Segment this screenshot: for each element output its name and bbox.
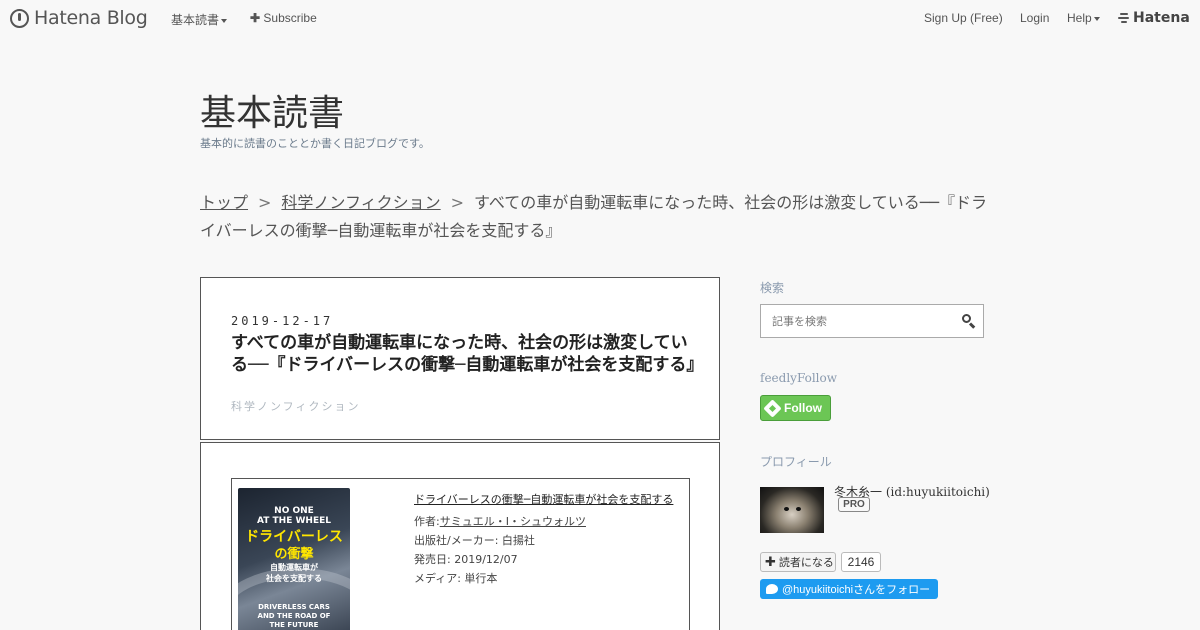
login-link[interactable]: Login: [1020, 11, 1049, 25]
help-dropdown[interactable]: Help: [1067, 11, 1100, 25]
blog-menu-dropdown[interactable]: 基本読書: [171, 11, 228, 28]
book-author-link[interactable]: サミュエル・I・シュウォルツ: [440, 515, 586, 528]
subscribe-button[interactable]: ✚ Subscribe: [250, 11, 317, 25]
chevron-down-icon: [1093, 16, 1100, 21]
book-cover-image[interactable]: NO ONE AT THE WHEEL ドライバーレス の衝撃 自動運転車が 社…: [238, 488, 350, 630]
entry-category-link[interactable]: 科学ノンフィクション: [231, 398, 360, 414]
subscribe-reader-button[interactable]: ✚ 読者になる: [760, 552, 836, 572]
breadcrumb-top-link[interactable]: トップ: [200, 193, 248, 212]
twitter-follow-button[interactable]: @huyukiitoichiさんをフォロー: [760, 579, 938, 599]
search-form: [760, 304, 984, 338]
help-label: Help: [1067, 11, 1092, 25]
global-header: Hatena Blog 基本読書 ✚ Subscribe Sign Up (Fr…: [0, 0, 1200, 36]
feedly-heading: feedlyFollow: [760, 371, 838, 385]
hatena-logo-text: Hatena: [1133, 10, 1190, 26]
twitter-follow-label: @huyukiitoichiさんをフォロー: [782, 584, 931, 596]
entry-header: 2019-12-17 すべての車が自動運転車になった時、社会の形は激変している─…: [200, 277, 720, 440]
book-author: 作者:サミュエル・I・シュウォルツ: [414, 515, 586, 528]
breadcrumb-separator: >: [258, 193, 272, 212]
hatena-lines-icon: [1118, 12, 1130, 24]
chevron-down-icon: [221, 18, 228, 23]
profile-heading: プロフィール: [760, 455, 832, 469]
pro-badge[interactable]: PRO: [838, 497, 870, 512]
signup-link[interactable]: Sign Up (Free): [924, 11, 1003, 25]
logo-text: Hatena Blog: [34, 7, 148, 29]
book-title-link[interactable]: ドライバーレスの衝撃─自動運転車が社会を支配する: [414, 490, 673, 509]
entry-title[interactable]: すべての車が自動運転車になった時、社会の形は激変している──『ドライバーレスの衝…: [231, 332, 703, 376]
search-input[interactable]: [762, 306, 952, 336]
reader-count-badge: 2146: [841, 552, 881, 572]
breadcrumb: トップ > 科学ノンフィクション > すべての車が自動運転車になった時、社会の形は激変し…: [200, 189, 1000, 245]
feedly-follow-label: Follow: [784, 401, 822, 415]
breadcrumb-separator: >: [450, 193, 465, 212]
search-icon[interactable]: [962, 314, 976, 329]
book-publisher: 出版社/メーカー: 白揚社: [414, 534, 535, 547]
reader-button-label: 読者になる: [778, 556, 834, 569]
hatena-blog-logo[interactable]: Hatena Blog: [10, 7, 148, 29]
blog-title[interactable]: 基本読書: [200, 84, 344, 136]
search-heading: 検索: [760, 281, 785, 295]
hatena-logo[interactable]: Hatena: [1118, 10, 1190, 26]
book-release-date: 発売日: 2019/12/07: [414, 553, 518, 566]
plus-icon: ✚: [765, 554, 776, 570]
avatar[interactable]: [760, 487, 824, 533]
book-media: メディア: 単行本: [414, 572, 498, 585]
twitter-bird-icon: [766, 584, 778, 594]
hatena-blog-logo-icon: [10, 8, 29, 28]
book-info: ドライバーレスの衝撃─自動運転車が社会を支配する 作者:サミュエル・I・シュウォ…: [414, 490, 673, 588]
feedly-follow-button[interactable]: Follow: [760, 395, 831, 421]
breadcrumb-category-link[interactable]: 科学ノンフィクション: [281, 193, 440, 212]
subscribe-label: Subscribe: [263, 11, 317, 25]
blog-menu-label: 基本読書: [171, 13, 220, 27]
feedly-icon: [763, 398, 782, 418]
entry-body: NO ONE AT THE WHEEL ドライバーレス の衝撃 自動運転車が 社…: [200, 442, 720, 630]
blog-description: 基本的に読書のこととか書く日記ブログです。: [200, 137, 430, 150]
entry-date[interactable]: 2019-12-17: [231, 314, 333, 328]
plus-icon: ✚: [250, 11, 261, 25]
book-card: NO ONE AT THE WHEEL ドライバーレス の衝撃 自動運転車が 社…: [231, 478, 690, 630]
